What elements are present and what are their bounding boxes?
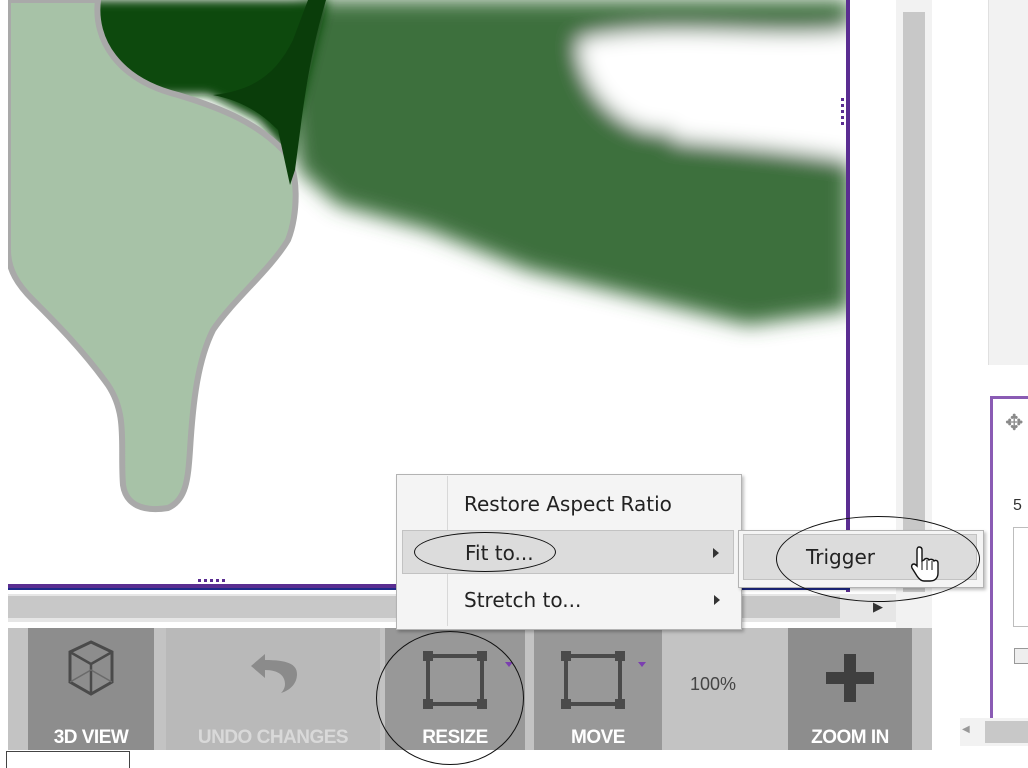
annotation-circle-fit-to [414,532,556,572]
3d-view-label: 3D VIEW [53,727,129,748]
annotation-circle-resize [376,631,524,765]
move-frame-icon [524,648,662,717]
right-panel-scrollbar-thumb[interactable] [985,721,1028,743]
move-label: MOVE [571,727,625,748]
submenu-arrow-icon [714,595,720,605]
scroll-left-arrow-icon[interactable]: ◀ [962,724,970,735]
canvas-border-right [846,0,850,592]
vertical-scrollbar-thumb[interactable] [903,12,925,592]
zoom-in-label: ZOOM IN [811,727,889,748]
undo-changes-button[interactable]: UNDO CHANGES [166,628,380,750]
undo-changes-label: UNDO CHANGES [197,727,349,748]
panel-checkbox[interactable] [1014,648,1028,664]
cube-icon [28,638,154,703]
bottom-tab[interactable] [6,751,130,768]
menu-item-label: Stretch to... [464,588,582,612]
menu-item-restore-aspect-ratio[interactable]: Restore Aspect Ratio [402,482,734,526]
move-dropdown-arrow-icon[interactable] [638,662,646,667]
plus-icon [788,650,912,711]
right-panel-top [988,0,1028,365]
undo-arrow-icon [166,646,380,701]
canvas-resize-handle-bottom[interactable] [195,579,225,582]
move-arrows-icon[interactable]: ✥ [1005,410,1023,436]
annotation-circle-trigger [776,516,980,602]
panel-input-box[interactable] [1013,527,1028,627]
move-button[interactable]: MOVE [534,628,662,750]
canvas-resize-handle-right[interactable] [841,95,844,125]
menu-item-label: Restore Aspect Ratio [464,492,672,516]
3d-view-button[interactable]: 3D VIEW [28,628,154,750]
panel-partial-label: 5 [1013,497,1022,514]
menu-item-stretch-to[interactable]: Stretch to... [402,578,734,622]
zoom-level: 100% [690,674,737,694]
zoom-in-button[interactable]: ZOOM IN [788,628,912,750]
submenu-arrow-icon [713,548,719,558]
